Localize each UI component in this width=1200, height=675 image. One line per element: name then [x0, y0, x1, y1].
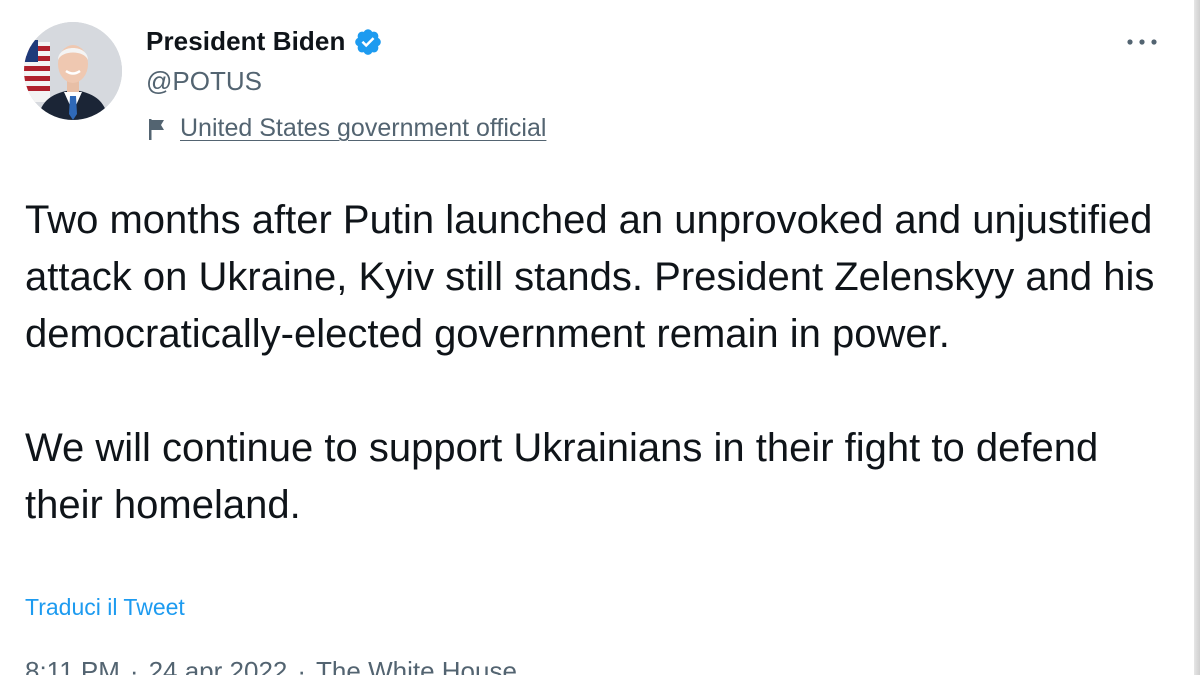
- card-border: [1194, 0, 1200, 675]
- meta-separator: ·: [297, 656, 307, 675]
- verified-badge-icon: [353, 27, 383, 57]
- tweet-card: President Biden @POTUS United States gov…: [0, 0, 1200, 675]
- more-options-button[interactable]: [1122, 28, 1162, 56]
- government-label: United States government official: [146, 114, 546, 143]
- tweet-text: Two months after Putin launched an unpro…: [25, 192, 1175, 534]
- author-name-row: President Biden: [146, 26, 383, 57]
- tweet-metadata: 8:11 PM · 24 apr 2022 · The White House: [25, 656, 517, 675]
- display-name[interactable]: President Biden: [146, 26, 345, 57]
- tweet-date[interactable]: 24 apr 2022: [149, 656, 288, 675]
- flag-icon: [146, 116, 168, 142]
- tweet-paragraph: We will continue to support Ukrainians i…: [25, 426, 1099, 527]
- more-options-icon: [1127, 39, 1157, 45]
- avatar[interactable]: [24, 22, 122, 120]
- avatar-photo: [24, 22, 122, 120]
- author-handle[interactable]: @POTUS: [146, 66, 262, 97]
- tweet-time[interactable]: 8:11 PM: [25, 656, 120, 675]
- meta-separator: ·: [129, 656, 139, 675]
- translate-tweet-link[interactable]: Traduci il Tweet: [25, 594, 185, 621]
- government-label-link[interactable]: United States government official: [180, 114, 546, 143]
- tweet-source[interactable]: The White House: [316, 656, 517, 675]
- tweet-paragraph: Two months after Putin launched an unpro…: [25, 198, 1155, 356]
